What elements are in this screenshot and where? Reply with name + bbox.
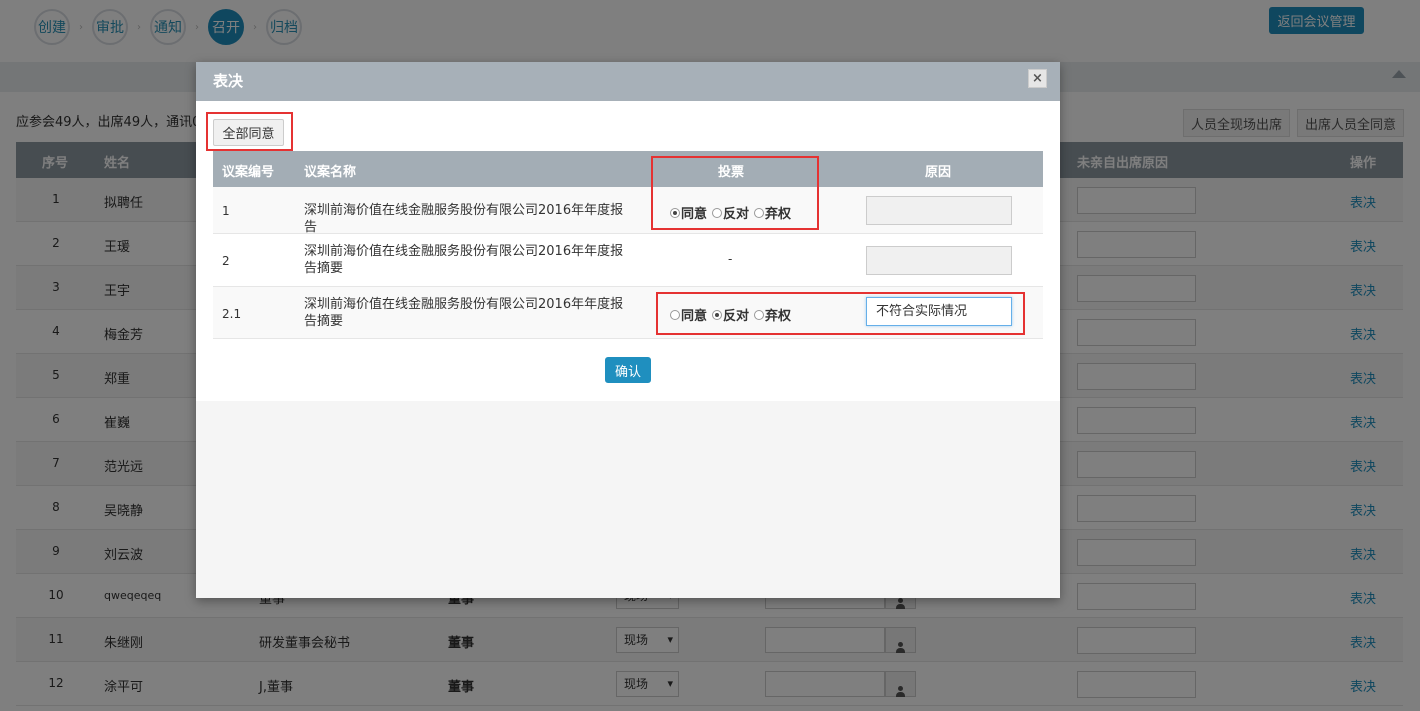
motion-name: 深圳前海价值在线金融服务股份有限公司2016年年度报告摘要 [304, 297, 624, 329]
motion-no: 2.1 [222, 307, 242, 321]
reason-input[interactable] [866, 196, 1012, 225]
motion-table: 议案编号 议案名称 投票 原因 1 深圳前海价值在线金融服务股份有限公司2016… [213, 151, 1043, 339]
motion-row: 1 深圳前海价值在线金融服务股份有限公司2016年年度报告 同意 反对 弃权 [213, 187, 1043, 235]
modal-body: 全部同意 议案编号 议案名称 投票 原因 1 深圳前海价值在线金融服务股份有限公… [196, 101, 1060, 401]
motion-table-header: 议案编号 议案名称 投票 原因 [213, 151, 1043, 187]
vote-oppose-label: 反对 [723, 207, 750, 222]
vote-oppose[interactable]: 反对 [712, 203, 749, 222]
vote-agree-label: 同意 [681, 207, 708, 222]
vote-modal: 表决 × 全部同意 议案编号 议案名称 投票 原因 1 深圳前海价值在线金融服务… [196, 62, 1060, 598]
modal-header: 表决 × [196, 62, 1060, 101]
vote-agree-label: 同意 [681, 309, 708, 324]
vote-options: 同意 反对 弃权 [670, 203, 796, 222]
motion-name: 深圳前海价值在线金融服务股份有限公司2016年年度报告摘要 [304, 244, 624, 276]
vote-placeholder: - [728, 252, 733, 266]
vote-abstain-label: 弃权 [765, 207, 792, 222]
reason-input[interactable] [866, 246, 1012, 275]
header-motion-name: 议案名称 [304, 165, 357, 180]
approve-all-button[interactable]: 全部同意 [213, 119, 284, 146]
header-motion-no: 议案编号 [222, 165, 275, 180]
vote-oppose[interactable]: 反对 [712, 305, 749, 324]
radio-checked-icon[interactable] [670, 207, 680, 218]
header-reason: 原因 [925, 165, 952, 180]
vote-abstain-label: 弃权 [765, 309, 792, 324]
motion-no: 2 [222, 254, 230, 268]
vote-agree[interactable]: 同意 [670, 203, 707, 222]
header-vote: 投票 [718, 165, 745, 180]
vote-oppose-label: 反对 [723, 309, 750, 324]
vote-options: 同意 反对 弃权 [670, 305, 796, 324]
radio-checked-icon[interactable] [712, 309, 723, 320]
motion-row: 2 深圳前海价值在线金融服务股份有限公司2016年年度报告摘要 - [213, 234, 1043, 287]
motion-name: 深圳前海价值在线金融服务股份有限公司2016年年度报告 [304, 203, 624, 235]
vote-abstain[interactable]: 弃权 [754, 203, 791, 222]
motion-no: 1 [222, 204, 230, 218]
close-icon[interactable]: × [1028, 69, 1047, 88]
modal-title: 表决 [213, 72, 244, 90]
motion-row: 2.1 深圳前海价值在线金融服务股份有限公司2016年年度报告摘要 同意 反对 … [213, 287, 1043, 339]
radio-icon[interactable] [670, 309, 680, 320]
radio-icon[interactable] [754, 309, 765, 320]
reason-input[interactable]: 不符合实际情况 [866, 297, 1012, 326]
confirm-button[interactable]: 确认 [605, 357, 651, 383]
vote-agree[interactable]: 同意 [670, 305, 707, 324]
radio-icon[interactable] [754, 207, 765, 218]
radio-icon[interactable] [712, 207, 723, 218]
vote-abstain[interactable]: 弃权 [754, 305, 791, 324]
